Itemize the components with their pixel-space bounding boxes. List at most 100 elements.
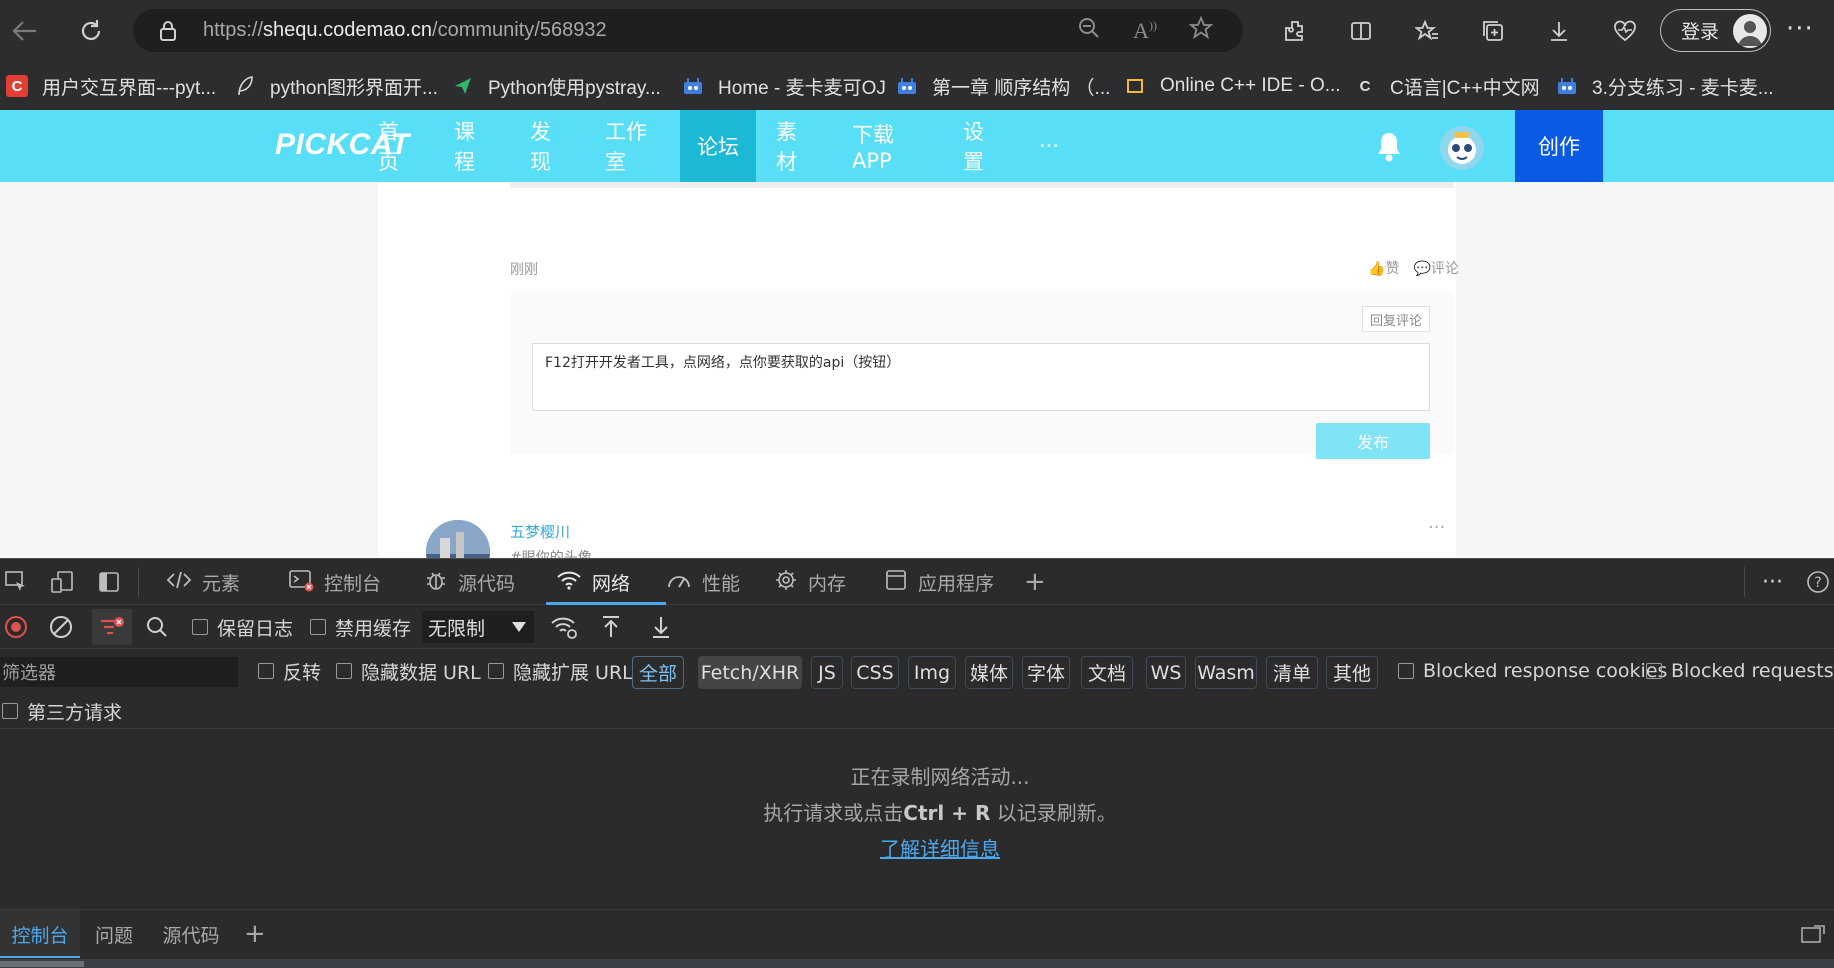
drawer-tab[interactable]: 源代码 xyxy=(156,910,226,958)
bookmark-item[interactable]: Online C++ IDE - O... xyxy=(1124,62,1341,110)
url-text[interactable]: https://shequ.codemao.cn/community/56893… xyxy=(203,19,607,42)
user-avatar[interactable] xyxy=(1440,126,1484,170)
throttling-select[interactable]: 无限制 xyxy=(422,611,534,643)
site-menu-item[interactable]: 工作室 xyxy=(605,110,661,182)
resource-type-filter[interactable]: 媒体 xyxy=(965,656,1013,689)
favorites-icon[interactable] xyxy=(1394,19,1460,43)
site-menu-item[interactable]: 素材 xyxy=(776,110,812,182)
filter-toggle-button[interactable] xyxy=(92,609,132,645)
drawer-tab[interactable]: 问题 xyxy=(90,910,138,958)
learn-more-link[interactable]: 了解详细信息 xyxy=(880,837,1000,861)
hide-data-url-label: 隐藏数据 URL xyxy=(361,661,481,684)
device-emulation-icon[interactable] xyxy=(50,559,74,605)
like-button[interactable]: 👍赞 xyxy=(1368,258,1399,278)
favorite-star-icon[interactable] xyxy=(1188,15,1214,46)
split-screen-icon[interactable] xyxy=(1328,19,1394,43)
horizontal-scrollbar[interactable] xyxy=(0,959,1834,968)
hide-ext-url-checkbox[interactable]: 隐藏扩展 URL xyxy=(488,649,633,693)
collections-icon[interactable] xyxy=(1460,19,1526,43)
import-har-button[interactable] xyxy=(600,605,622,649)
resource-type-filter[interactable]: JS xyxy=(811,656,843,689)
resource-type-filter[interactable]: 文档 xyxy=(1081,656,1133,689)
back-button[interactable] xyxy=(2,8,48,54)
site-menu-item[interactable]: 论坛 xyxy=(680,110,756,182)
site-menu-item[interactable]: 设置 xyxy=(963,110,999,182)
add-tab-icon[interactable]: + xyxy=(1024,559,1046,605)
clear-button[interactable] xyxy=(48,605,74,649)
zoom-out-icon[interactable] xyxy=(1077,16,1101,46)
comment-button[interactable]: 💬评论 xyxy=(1413,258,1458,278)
login-button[interactable]: 登录 xyxy=(1660,9,1771,52)
resource-type-filter[interactable]: 清单 xyxy=(1266,656,1318,689)
resource-type-filter[interactable]: 全部 xyxy=(632,656,684,689)
create-button[interactable]: 创作 xyxy=(1515,110,1603,182)
bookmark-item[interactable]: C C语言|C++中文网 xyxy=(1354,62,1540,110)
inspect-element-icon[interactable] xyxy=(4,559,28,605)
extensions-icon[interactable] xyxy=(1262,19,1328,43)
commenter-name[interactable]: 五梦樱川 xyxy=(510,521,570,542)
blocked-requests-checkbox[interactable]: Blocked requests xyxy=(1646,649,1834,693)
resource-type-filter[interactable]: Img xyxy=(908,656,956,689)
devtools-more-icon[interactable]: ··· xyxy=(1762,559,1783,605)
address-bar[interactable]: https://shequ.codemao.cn/community/56893… xyxy=(133,9,1243,52)
resource-type-filter[interactable]: Fetch/XHR xyxy=(698,656,802,689)
bookmark-item[interactable]: Home - 麦卡麦可OJ xyxy=(682,62,886,110)
bookmark-item[interactable]: 3.分支练习 - 麦卡麦... xyxy=(1556,62,1774,110)
browser-essentials-icon[interactable] xyxy=(1592,19,1658,43)
downloads-icon[interactable] xyxy=(1526,19,1592,43)
devtools-tab[interactable]: 控制台 xyxy=(288,559,398,605)
hide-data-url-checkbox[interactable]: 隐藏数据 URL xyxy=(336,649,481,693)
record-icon xyxy=(5,616,27,638)
scrollbar-thumb[interactable] xyxy=(0,961,84,967)
site-menu-item[interactable]: 下载APP xyxy=(852,110,924,182)
resource-type-filter[interactable]: CSS xyxy=(851,656,899,689)
profile-avatar-icon xyxy=(1733,13,1768,48)
dock-drawer-icon[interactable] xyxy=(1800,910,1826,958)
record-stop-button[interactable] xyxy=(4,605,28,649)
search-button[interactable] xyxy=(146,605,168,649)
bookmark-item[interactable]: C 用户交互界面---pyt... xyxy=(6,62,216,110)
devtools-tab[interactable]: 网络 xyxy=(546,559,666,605)
chip-icon xyxy=(774,568,798,597)
network-conditions-button[interactable] xyxy=(550,605,578,649)
publish-button[interactable]: 发布 xyxy=(1316,423,1430,459)
invert-checkbox[interactable]: 反转 xyxy=(258,649,321,693)
comment-more-button[interactable]: ··· xyxy=(1428,517,1445,538)
hide-ext-url-label: 隐藏扩展 URL xyxy=(513,661,633,684)
reload-button[interactable] xyxy=(68,8,114,54)
drawer-tab[interactable]: 控制台 xyxy=(0,910,80,958)
export-har-button[interactable] xyxy=(650,605,672,649)
browser-menu-button[interactable]: ··· xyxy=(1786,14,1814,44)
help-icon[interactable]: ? xyxy=(1806,559,1830,605)
devtools-tab[interactable]: 性能 xyxy=(666,559,758,605)
reply-comment-button[interactable]: 回复评论 xyxy=(1362,306,1430,332)
devtools-tab[interactable]: 应用程序 xyxy=(884,559,996,605)
filter-input[interactable]: 筛选器 xyxy=(0,657,238,687)
reply-textarea[interactable]: F12打开开发者工具，点网络，点你要获取的api（按钮） xyxy=(532,343,1430,411)
bookmark-item[interactable]: python图形界面开... xyxy=(234,62,438,110)
devtools-tab[interactable]: 元素 xyxy=(166,559,260,605)
devtools-tab[interactable]: 源代码 xyxy=(424,559,534,605)
site-menu-item[interactable]: 发现 xyxy=(530,110,566,182)
site-menu-item[interactable]: ··· xyxy=(1038,110,1060,182)
resource-type-filter[interactable]: 字体 xyxy=(1022,656,1070,689)
site-menu-item[interactable]: 课程 xyxy=(454,110,490,182)
third-party-checkbox[interactable]: 第三方请求 xyxy=(2,693,122,729)
notification-bell-icon[interactable] xyxy=(1374,130,1404,164)
url-host: shequ.codemao.cn xyxy=(263,19,433,41)
site-menu-item[interactable]: 首页 xyxy=(378,110,414,182)
resource-type-filter[interactable]: Wasm xyxy=(1195,656,1257,689)
resource-type-filter[interactable]: 其他 xyxy=(1326,656,1378,689)
bookmark-item[interactable]: Python使用pystray... xyxy=(452,62,661,110)
bookmark-item[interactable]: 第一章 顺序结构 （... xyxy=(896,62,1110,110)
disable-cache-checkbox[interactable]: 禁用缓存 xyxy=(310,605,411,649)
devtools-tab[interactable]: 内存 xyxy=(774,559,864,605)
blocked-cookies-checkbox[interactable]: Blocked response cookies xyxy=(1398,649,1667,693)
resource-type-filter[interactable]: WS xyxy=(1146,656,1186,689)
dock-side-icon[interactable] xyxy=(98,559,120,605)
preserve-log-checkbox[interactable]: 保留日志 xyxy=(192,605,293,649)
lock-icon[interactable] xyxy=(155,18,181,44)
read-aloud-icon[interactable]: A)) xyxy=(1133,18,1157,44)
download-icon xyxy=(653,617,669,638)
add-drawer-tab-icon[interactable]: + xyxy=(244,910,266,958)
